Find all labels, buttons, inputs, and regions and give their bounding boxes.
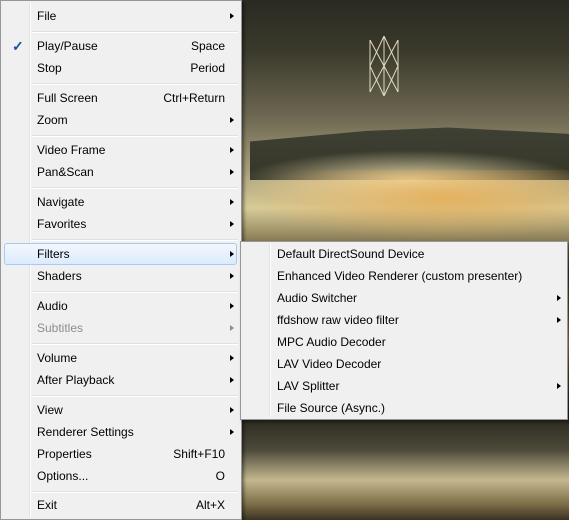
submenu-item-ffdshow-raw[interactable]: ffdshow raw video filter [244,309,564,331]
submenu-item-lav-video-decoder[interactable]: LAV Video Decoder [244,353,564,375]
submenu-arrow-icon [557,383,561,389]
menu-item-label: Default DirectSound Device [277,247,425,261]
menu-item-zoom[interactable]: Zoom [4,109,237,131]
menu-separator [32,491,238,493]
menu-item-label: View [37,403,63,417]
menu-item-video-frame[interactable]: Video Frame [4,139,237,161]
menu-item-label: Audio Switcher [277,291,358,305]
menu-item-shortcut: Ctrl+Return [163,91,225,105]
menu-item-label: File Source (Async.) [277,401,386,415]
menu-item-label: Filters [37,247,70,261]
menu-separator [32,83,238,85]
menu-item-shaders[interactable]: Shaders [4,265,237,287]
menu-item-label: MPC Audio Decoder [277,335,386,349]
menu-item-label: Properties [37,447,92,461]
submenu-arrow-icon [230,303,234,309]
submenu-arrow-icon [230,147,234,153]
menu-item-shortcut: Period [190,61,225,75]
filters-submenu: Default DirectSound Device Enhanced Vide… [240,241,568,420]
submenu-arrow-icon [230,117,234,123]
submenu-arrow-icon [230,199,234,205]
menu-item-label: Pan&Scan [37,165,94,179]
menu-item-label: File [37,9,57,23]
menu-separator [32,31,238,33]
submenu-item-audio-switcher[interactable]: Audio Switcher [244,287,564,309]
submenu-arrow-icon [557,317,561,323]
submenu-arrow-icon [230,221,234,227]
submenu-arrow-icon [230,407,234,413]
submenu-arrow-icon [230,13,234,19]
menu-item-label: Renderer Settings [37,425,134,439]
menu-item-label: Shaders [37,269,82,283]
menu-item-label: After Playback [37,373,115,387]
menu-item-label: Play/Pause [37,39,98,53]
menu-item-label: ffdshow raw video filter [277,313,399,327]
submenu-arrow-icon [230,169,234,175]
menu-item-shortcut: Alt+X [195,498,225,512]
submenu-item-evr-custom[interactable]: Enhanced Video Renderer (custom presente… [244,265,564,287]
video-tower [369,36,399,96]
menu-item-volume[interactable]: Volume [4,347,237,369]
menu-item-label: LAV Splitter [277,379,340,393]
video-bottom-band [240,420,569,520]
submenu-item-lav-splitter[interactable]: LAV Splitter [244,375,564,397]
menu-item-label: Full Screen [37,91,98,105]
menu-item-label: Exit [37,498,58,512]
menu-item-label: Subtitles [37,321,84,335]
submenu-arrow-icon [230,355,234,361]
menu-item-label: Video Frame [37,143,106,157]
menu-item-subtitles: Subtitles [4,317,237,339]
menu-item-label: Options... [37,469,89,483]
menu-item-label: Volume [37,351,78,365]
menu-item-exit[interactable]: Exit Alt+X [4,494,237,516]
submenu-arrow-icon [230,377,234,383]
menu-item-shortcut: Space [190,39,225,53]
menu-item-label: Navigate [37,195,85,209]
submenu-arrow-icon [557,295,561,301]
submenu-item-mpc-audio-decoder[interactable]: MPC Audio Decoder [244,331,564,353]
menu-item-file[interactable]: File [4,5,237,27]
submenu-arrow-icon [230,325,234,331]
menu-item-label: Enhanced Video Renderer (custom presente… [277,269,523,283]
checkmark-icon: ✓ [12,38,24,54]
menu-item-filters[interactable]: Filters [4,243,237,265]
submenu-arrow-icon [230,251,234,257]
menu-item-shortcut: O [215,469,225,483]
menu-separator [32,291,238,293]
video-warm-light [240,170,569,240]
menu-separator [32,343,238,345]
menu-item-full-screen[interactable]: Full Screen Ctrl+Return [4,87,237,109]
submenu-item-file-source-async[interactable]: File Source (Async.) [244,397,564,419]
menu-item-stop[interactable]: Stop Period [4,57,237,79]
menu-item-label: LAV Video Decoder [277,357,382,371]
context-menu: File ✓ Play/Pause Space Stop Period Full… [0,0,242,520]
menu-item-play-pause[interactable]: ✓ Play/Pause Space [4,35,237,57]
menu-item-after-playback[interactable]: After Playback [4,369,237,391]
menu-item-label: Zoom [37,113,68,127]
menu-item-label: Audio [37,299,68,313]
menu-item-options[interactable]: Options... O [4,465,237,487]
menu-item-shortcut: Shift+F10 [173,447,225,461]
menu-separator [32,135,238,137]
menu-item-properties[interactable]: Properties Shift+F10 [4,443,237,465]
menu-separator [32,239,238,241]
submenu-arrow-icon [230,273,234,279]
menu-item-renderer-settings[interactable]: Renderer Settings [4,421,237,443]
submenu-item-default-directsound[interactable]: Default DirectSound Device [244,243,564,265]
menu-item-pan-scan[interactable]: Pan&Scan [4,161,237,183]
menu-item-favorites[interactable]: Favorites [4,213,237,235]
menu-item-navigate[interactable]: Navigate [4,191,237,213]
menu-item-label: Stop [37,61,62,75]
menu-separator [32,395,238,397]
menu-separator [32,187,238,189]
menu-item-audio[interactable]: Audio [4,295,237,317]
menu-item-label: Favorites [37,217,87,231]
menu-item-view[interactable]: View [4,399,237,421]
submenu-arrow-icon [230,429,234,435]
